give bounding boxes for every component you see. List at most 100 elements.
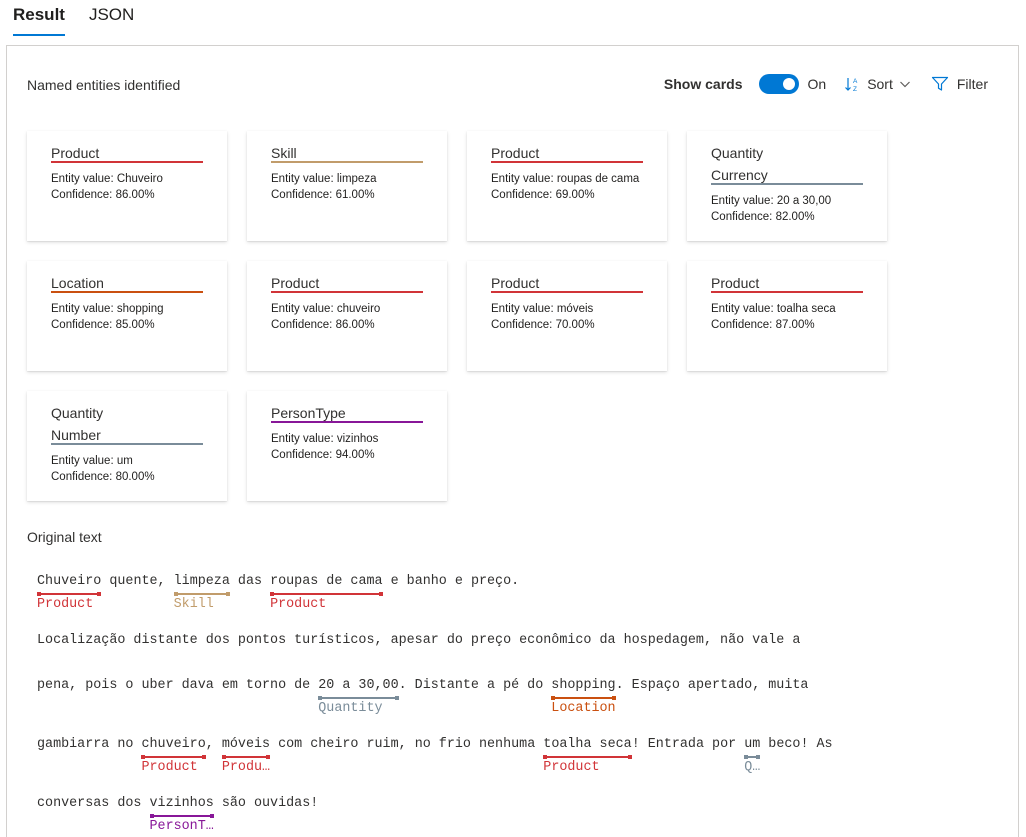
- card-category-line: [711, 291, 863, 293]
- text-segment: ! Entrada por: [631, 737, 745, 752]
- card-category: Quantity: [711, 145, 764, 161]
- text-line: conversas dos vizinhos PersonT… são ouvid…: [37, 796, 319, 834]
- result-panel: Named entities identified Show cards On …: [6, 45, 1019, 837]
- card-category: Quantity: [51, 405, 104, 421]
- entity-tag: Quantity: [318, 701, 383, 716]
- card-category-line: [51, 161, 203, 163]
- svg-text:Z: Z: [853, 86, 857, 92]
- text-segment: conversas dos: [37, 796, 150, 811]
- text-line: gambiarra no chuveiro Product, móveis Prod…: [37, 737, 833, 775]
- entity-span[interactable]: Chuveiro Product: [37, 574, 102, 612]
- card-entity-value: Entity value: shopping: [51, 303, 164, 315]
- text-segment: das: [229, 574, 271, 589]
- entity-card: Product Entity value: chuveiro Confidenc…: [247, 261, 447, 371]
- entity-tag: Skill: [173, 597, 214, 612]
- toggle-state-label: On: [807, 76, 827, 92]
- card-confidence: Confidence: 86.00%: [271, 319, 375, 331]
- entity-text: Chuveiro: [37, 574, 102, 589]
- card-confidence: Confidence: 85.00%: [51, 319, 155, 331]
- entity-underline: [543, 755, 633, 759]
- entity-span[interactable]: limpeza Skill: [173, 574, 231, 612]
- sort-icon: AZ: [844, 76, 860, 92]
- entity-span[interactable]: 20 a 30,00 Quantity: [318, 678, 399, 716]
- entity-underline: [221, 755, 271, 759]
- show-cards-toggle[interactable]: [758, 74, 799, 94]
- card-entity-value: Entity value: móveis: [491, 303, 594, 315]
- filter-button[interactable]: Filter: [931, 76, 988, 92]
- entity-span[interactable]: vizinhos PersonT…: [149, 796, 215, 834]
- text-segment: e banho e preço.: [382, 574, 520, 589]
- entity-span[interactable]: roupas de cama Product: [270, 574, 383, 612]
- tab-result[interactable]: Result: [13, 0, 65, 36]
- card-entity-value: Entity value: vizinhos: [271, 433, 379, 445]
- text-segment: gambiarra no: [37, 737, 142, 752]
- card-entity-value: Entity value: um: [51, 455, 133, 467]
- text-segment: beco! As: [760, 737, 833, 752]
- entity-card: PersonType Entity value: vizinhos Confid…: [247, 391, 447, 501]
- card-category: Product: [711, 275, 760, 291]
- text-line: pena, pois o uber dava em torno de 20 a …: [37, 678, 809, 716]
- entity-tag: Product: [141, 760, 198, 775]
- entity-span[interactable]: móveis Produ…: [221, 737, 271, 775]
- text-segment: ,: [205, 737, 222, 752]
- card-confidence: Confidence: 86.00%: [51, 189, 155, 201]
- entity-card: Product Entity value: roupas de cama Con…: [467, 131, 667, 241]
- show-cards-label: Show cards: [663, 76, 743, 92]
- entity-text: 20 a 30,00: [318, 678, 399, 693]
- card-entity-value: Entity value: toalha seca: [711, 303, 836, 315]
- chevron-down-icon: [899, 78, 911, 90]
- toolbar: Show cards On AZ Sort Filter: [664, 72, 988, 96]
- entity-span[interactable]: toalha seca Product: [543, 737, 633, 775]
- card-category: Product: [271, 275, 320, 291]
- card-confidence: Confidence: 94.00%: [271, 449, 375, 461]
- card-category-line: [271, 161, 423, 163]
- card-confidence: Confidence: 80.00%: [51, 471, 155, 483]
- card-category-line: [491, 291, 643, 293]
- text-segment: são ouvidas!: [213, 796, 319, 811]
- entity-text: toalha seca: [543, 737, 632, 752]
- card-category: Location: [51, 275, 104, 291]
- entity-tag: Produ…: [221, 760, 271, 775]
- entity-text: shopping: [551, 678, 616, 693]
- entity-tag: Q…: [744, 760, 761, 775]
- card-confidence: Confidence: 69.00%: [491, 189, 595, 201]
- card-subcategory: Number: [51, 427, 101, 443]
- text-segment: pena, pois o uber dava em torno de: [37, 678, 319, 693]
- card-entity-value: Entity value: chuveiro: [271, 303, 381, 315]
- card-category-line: [271, 291, 423, 293]
- sort-label: Sort: [867, 76, 893, 92]
- entity-tag: Product: [543, 760, 600, 775]
- entity-underline: [149, 814, 215, 818]
- text-line: Localização distante dos pontos turístic…: [37, 633, 801, 648]
- text-segment: . Espaço apertado, muita: [615, 678, 809, 693]
- entity-span[interactable]: chuveiro Product: [141, 737, 207, 775]
- sort-button[interactable]: AZ Sort: [844, 76, 911, 92]
- entity-underline: [318, 696, 399, 700]
- card-category: Product: [51, 145, 100, 161]
- entity-card: Quantity Number Entity value: um Confide…: [27, 391, 227, 501]
- card-confidence: Confidence: 82.00%: [711, 211, 815, 223]
- entity-tag: PersonT…: [149, 819, 214, 834]
- section-heading: Named entities identified: [27, 77, 181, 93]
- entity-card: Skill Entity value: limpeza Confidence: …: [247, 131, 447, 241]
- entity-tag: Product: [37, 597, 94, 612]
- card-category-line: [711, 183, 863, 185]
- entity-text: chuveiro: [141, 737, 206, 752]
- card-category: PersonType: [271, 405, 346, 421]
- entity-underline: [551, 696, 616, 700]
- entity-underline: [744, 755, 761, 759]
- entity-text: móveis: [221, 737, 271, 752]
- filter-label: Filter: [956, 76, 988, 92]
- tab-json[interactable]: JSON: [89, 0, 134, 36]
- entity-card: Product Entity value: toalha seca Confid…: [687, 261, 887, 371]
- card-entity-value: Entity value: 20 a 30,00: [711, 195, 832, 207]
- toggle-knob: [782, 78, 795, 90]
- card-category: Skill: [271, 145, 297, 161]
- card-confidence: Confidence: 87.00%: [711, 319, 815, 331]
- entity-span[interactable]: shopping Location: [551, 678, 616, 716]
- entity-underline: [270, 592, 383, 596]
- entity-span[interactable]: um Q…: [744, 737, 761, 775]
- entity-text: vizinhos: [149, 796, 214, 811]
- card-subcategory: Currency: [711, 167, 768, 183]
- card-category-line: [271, 421, 423, 423]
